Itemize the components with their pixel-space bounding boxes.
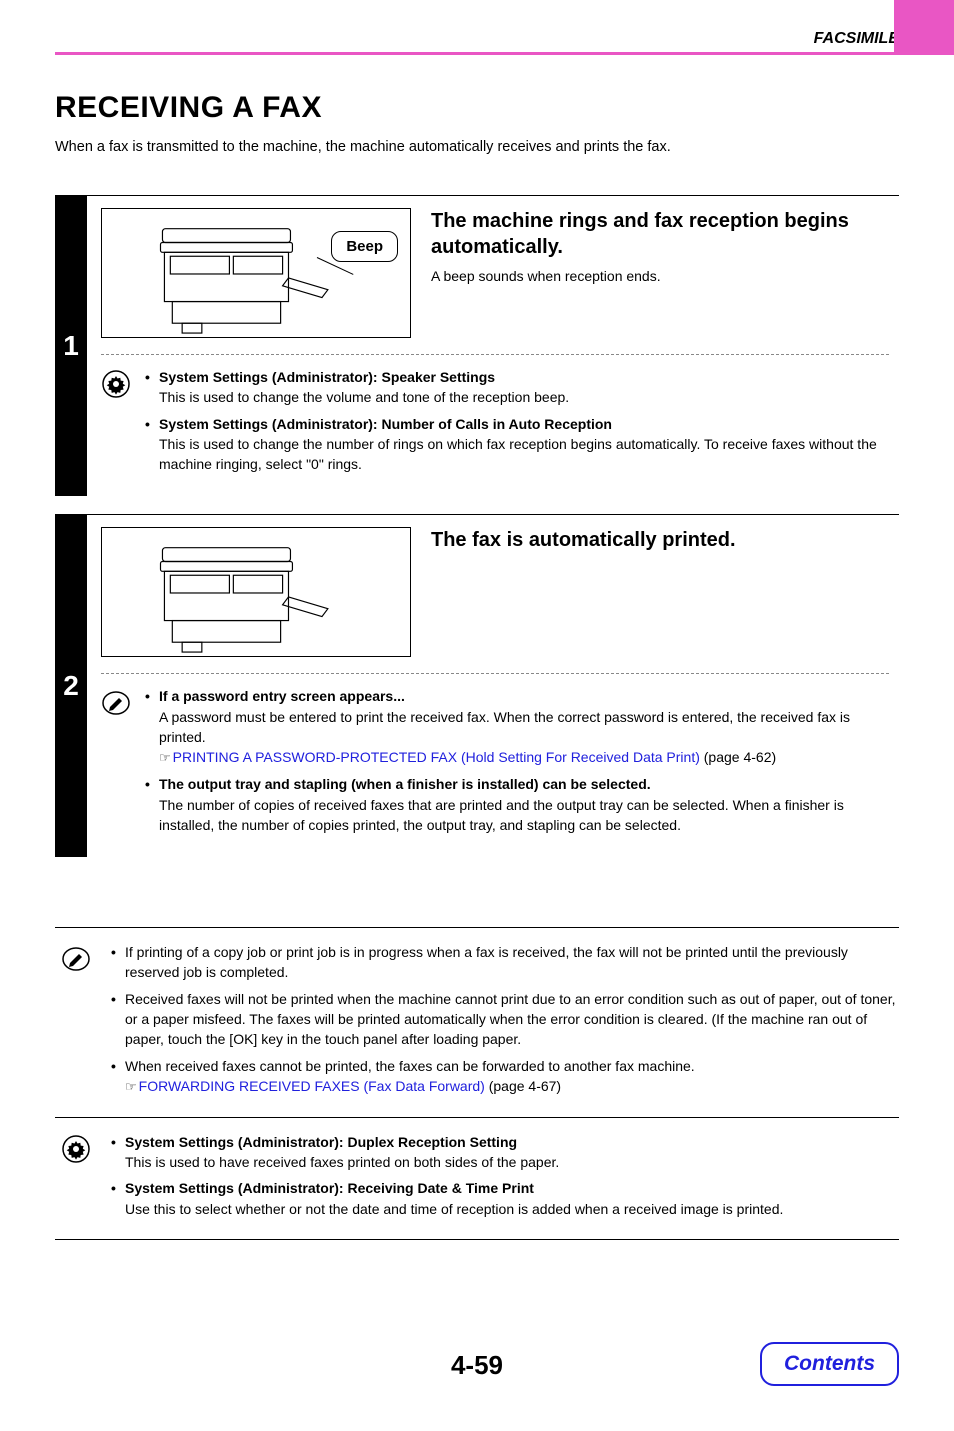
note-item: The output tray and stapling (when a fin… [145, 774, 889, 835]
forwarding-link[interactable]: FORWARDING RECEIVED FAXES (Fax Data Forw… [139, 1078, 485, 1094]
info-note-block: If printing of a copy job or print job i… [55, 927, 899, 1117]
beep-callout: Beep [331, 231, 398, 262]
step-number: 1 [55, 196, 87, 496]
contents-button[interactable]: Contents [760, 1342, 899, 1386]
note-item: System Settings (Administrator): Number … [145, 414, 889, 475]
pencil-icon [61, 944, 91, 974]
step-number: 2 [55, 515, 87, 857]
settings-note-block: System Settings (Administrator): Duplex … [55, 1117, 899, 1240]
section-tab [894, 0, 954, 55]
note-item: If printing of a copy job or print job i… [111, 942, 899, 983]
section-name: FACSIMILE [55, 30, 899, 48]
pencil-icon [101, 688, 131, 718]
step-description: A beep sounds when reception ends. [431, 268, 889, 284]
step-heading: The fax is automatically printed. [431, 527, 889, 553]
note-item: When received faxes cannot be printed, t… [111, 1056, 899, 1097]
note-item: System Settings (Administrator): Speaker… [145, 367, 889, 408]
divider [101, 673, 889, 674]
note-item: If a password entry screen appears... A … [145, 686, 889, 768]
divider [101, 354, 889, 355]
step-heading: The machine rings and fax reception begi… [431, 208, 889, 260]
pointer-icon: ☞ [125, 1079, 137, 1094]
note-item: Received faxes will not be printed when … [111, 989, 899, 1050]
page-title: RECEIVING A FAX [55, 91, 899, 125]
note-item: System Settings (Administrator): Duplex … [111, 1132, 899, 1173]
step-2: 2 [55, 514, 899, 857]
machine-illustration: Beep [101, 208, 411, 338]
password-fax-link[interactable]: PRINTING A PASSWORD-PROTECTED FAX (Hold … [173, 749, 700, 765]
header-rule [55, 52, 899, 55]
pointer-icon: ☞ [159, 750, 171, 765]
gear-icon [61, 1134, 91, 1164]
machine-illustration [101, 527, 411, 657]
note-item: System Settings (Administrator): Receivi… [111, 1178, 899, 1219]
gear-icon [101, 369, 131, 399]
intro-text: When a fax is transmitted to the machine… [55, 139, 899, 155]
step-1: 1 [55, 195, 899, 496]
page-number: 4-59 [451, 1350, 503, 1380]
